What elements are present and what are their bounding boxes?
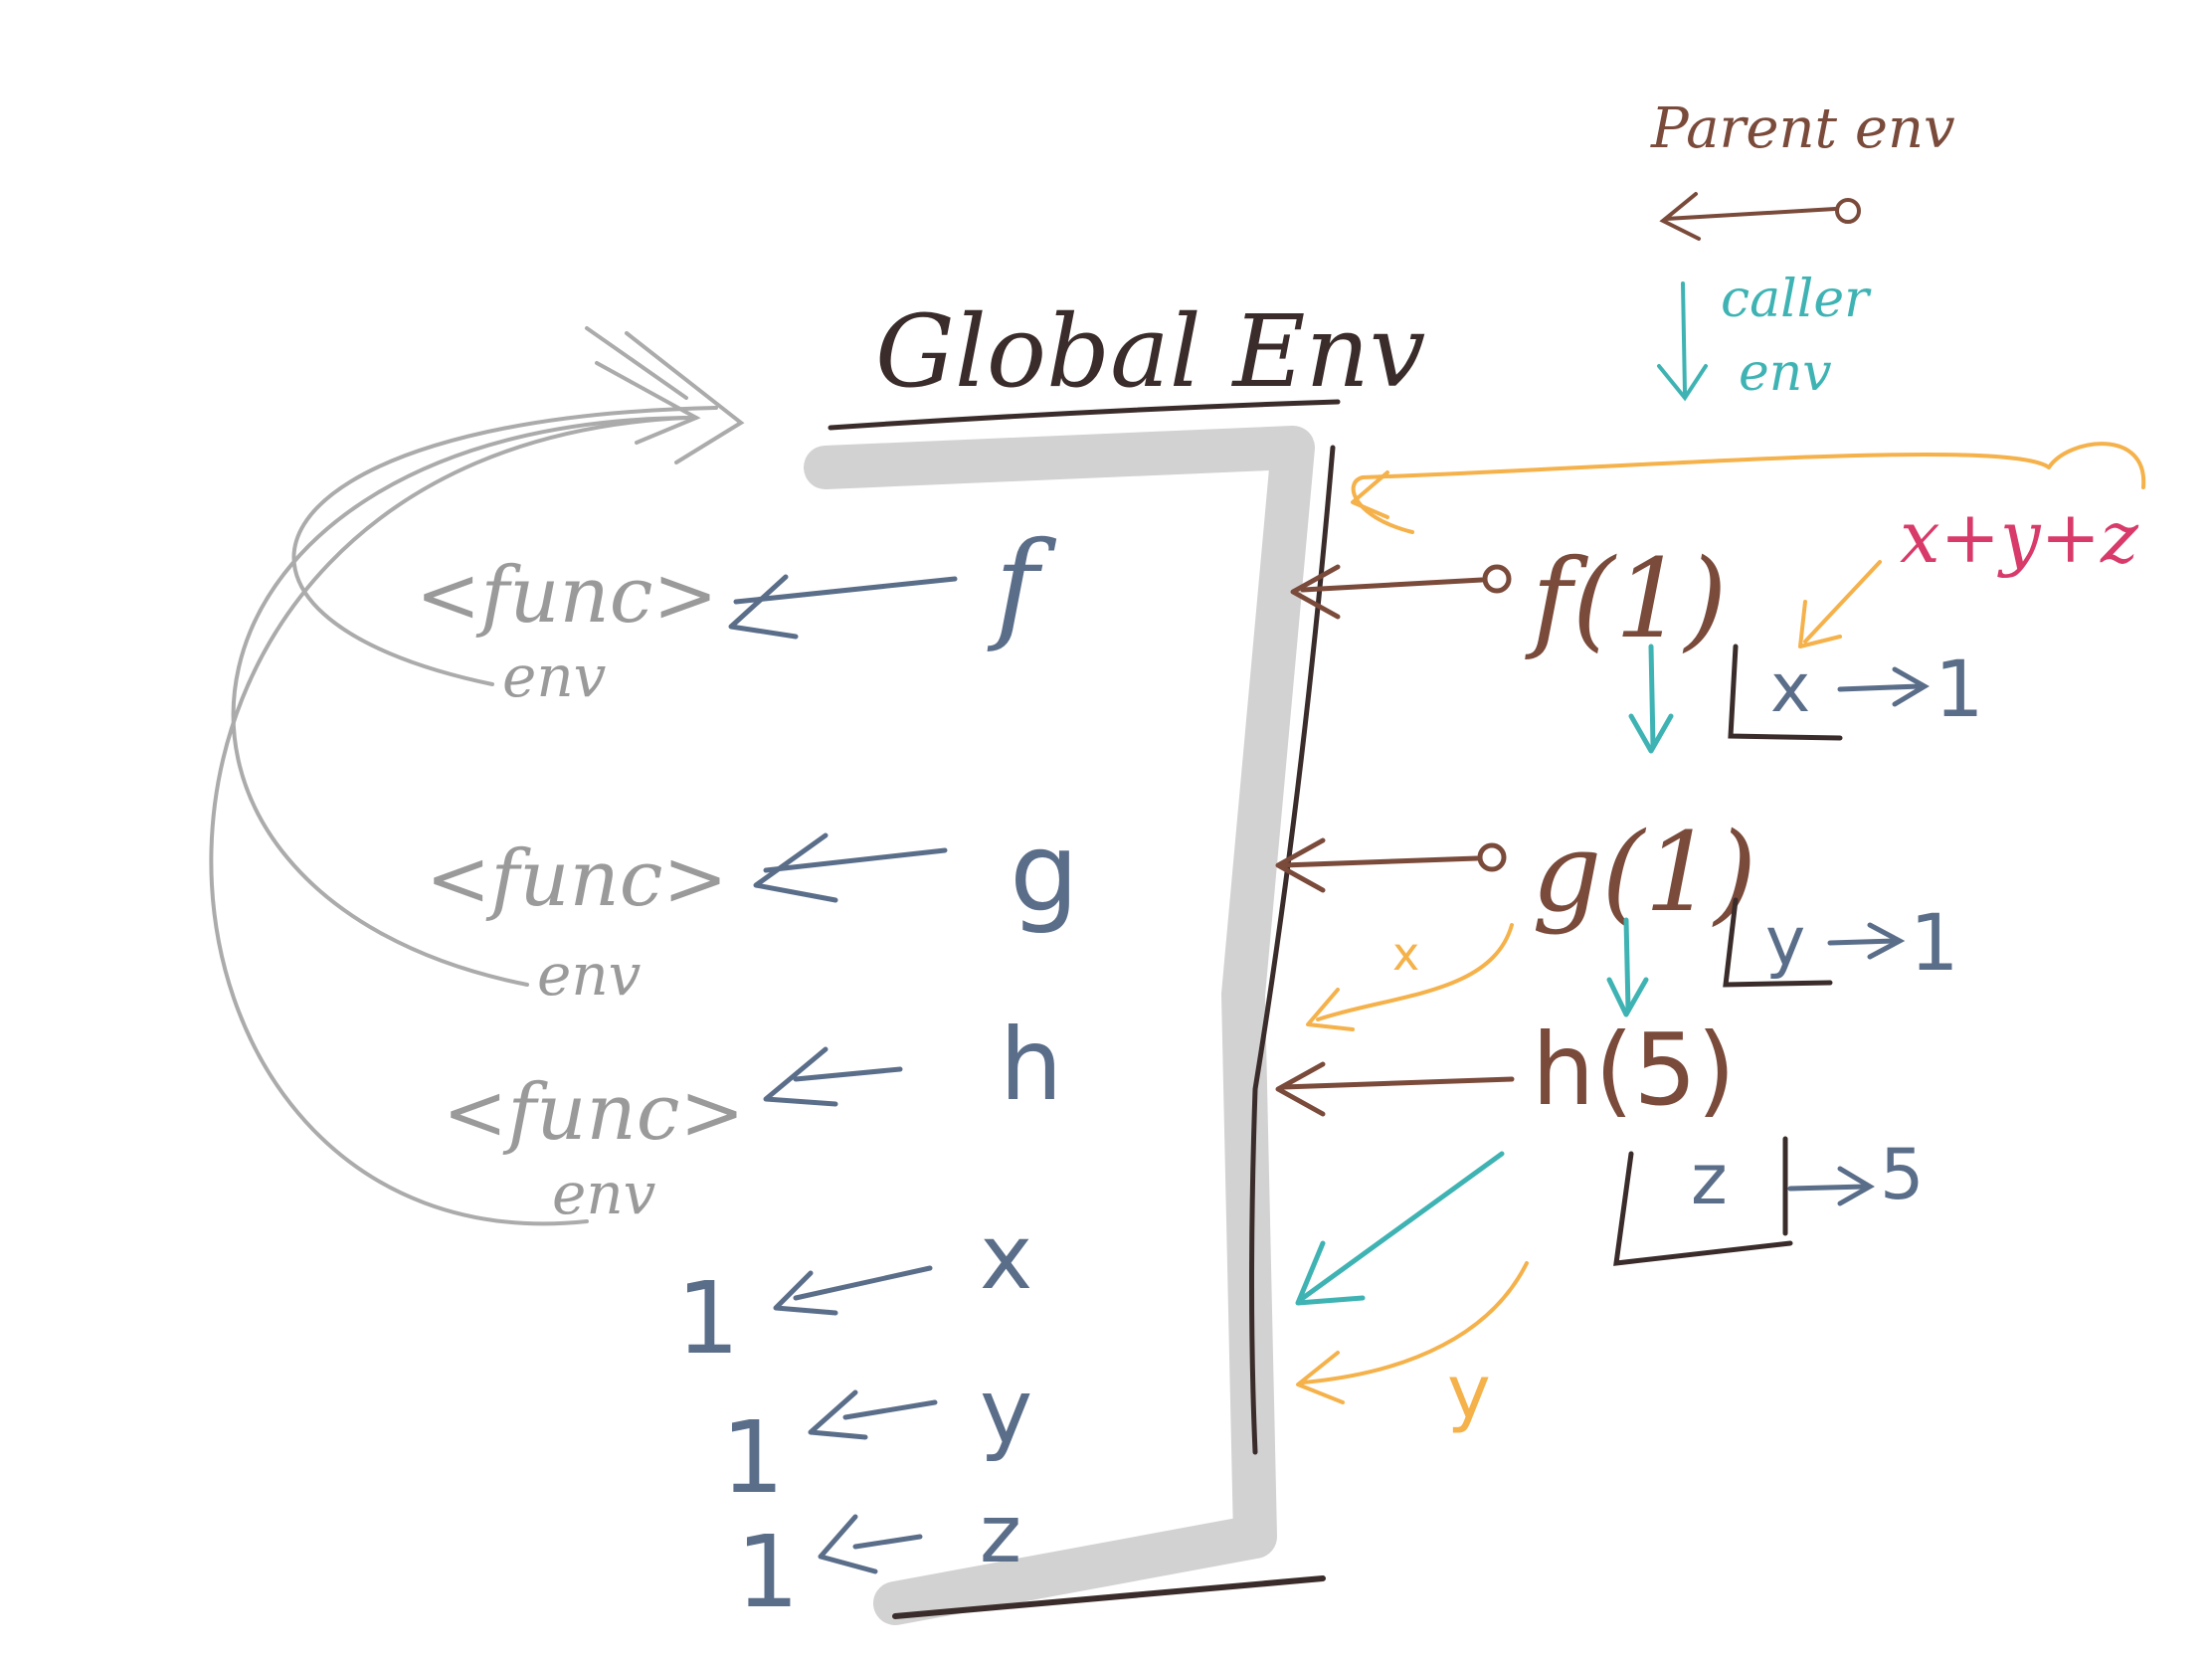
- frame-h-param: z: [1691, 1139, 1728, 1220]
- binding-value-f: <func>: [416, 551, 718, 641]
- frame-f-value: 1: [1935, 645, 1984, 735]
- binding-name-x: x: [980, 1205, 1032, 1310]
- binding-arrow-g: [753, 832, 948, 903]
- legend-parent-arrow: [1659, 192, 1861, 241]
- binding-env-h: env: [552, 1160, 656, 1227]
- binding-value-z: 1: [736, 1514, 800, 1630]
- title-global-env: Global Env: [875, 293, 1425, 410]
- annotation-y-mark: y: [1447, 1350, 1491, 1435]
- binding-name-f: f: [987, 517, 1057, 655]
- binding-name-g: g: [1010, 809, 1079, 936]
- binding-name-z: z: [980, 1488, 1021, 1580]
- binding-arrow-h: [763, 1046, 903, 1107]
- frame-g-param: y: [1765, 903, 1805, 982]
- legend-env-label: env: [1739, 343, 1832, 403]
- binding-arrow-z: [818, 1514, 923, 1574]
- call-g-label: g(1): [1532, 809, 1756, 936]
- legend-parent-env-label: Parent env: [1650, 96, 1955, 161]
- binding-env-g: env: [537, 941, 642, 1009]
- call-f-label: f(1): [1525, 535, 1728, 662]
- binding-arrow-y: [808, 1389, 938, 1440]
- diagram-canvas: Global Env Parent env caller env f g h x…: [0, 0, 2212, 1659]
- call-h-label: h(5): [1532, 1012, 1736, 1128]
- binding-value-g: <func>: [426, 834, 728, 924]
- diagram-svg: Global Env Parent env caller env f g h x…: [209, 96, 2146, 1630]
- binding-env-f: env: [502, 643, 607, 710]
- binding-arrow-f: [728, 574, 958, 640]
- binding-arrow-x: [773, 1265, 933, 1316]
- lookup-arrow-x: [1803, 560, 1882, 644]
- binding-value-x: 1: [676, 1260, 740, 1377]
- parent-arrow-h: [1275, 1061, 1515, 1117]
- parent-arrow-g: [1275, 837, 1507, 893]
- binding-name-h: h: [1000, 1007, 1062, 1123]
- binding-value-y: 1: [721, 1399, 785, 1516]
- legend-caller-label: caller: [1721, 270, 1872, 329]
- frame-f-arrow: [1837, 666, 1930, 707]
- frame-h-value: 5: [1880, 1134, 1925, 1215]
- legend-caller-arrow: [1657, 281, 1708, 402]
- frame-f-param: x: [1770, 649, 1810, 728]
- annotation-sum: x+y+z: [1900, 495, 2139, 579]
- frame-g-value: 1: [1910, 899, 1959, 989]
- binding-value-h: <func>: [443, 1068, 745, 1158]
- frame-h-arrow: [1787, 1166, 1875, 1206]
- annotation-x-mark: x: [1392, 927, 1419, 981]
- frame-g-arrow: [1827, 922, 1906, 960]
- lookup-arrow-h-y: [1301, 1261, 1529, 1384]
- parent-arrow-f: [1290, 564, 1512, 620]
- caller-arrow-h: [1295, 1151, 1505, 1306]
- binding-name-y: y: [980, 1360, 1032, 1464]
